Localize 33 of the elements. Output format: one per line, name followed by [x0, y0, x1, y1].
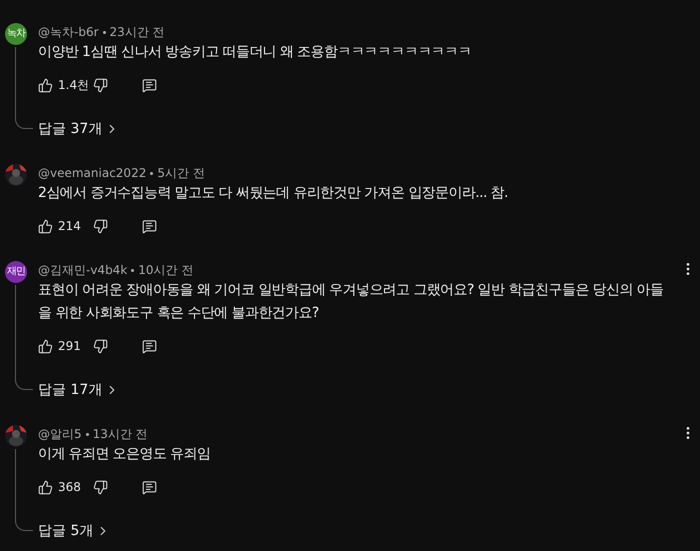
- comment-time[interactable]: 13시간 전: [92, 425, 148, 443]
- author-name[interactable]: @알리5: [38, 425, 82, 443]
- comment-time[interactable]: 10시간 전: [138, 261, 194, 279]
- avatar[interactable]: 재민: [5, 261, 27, 283]
- replies-link[interactable]: 답글 37개: [38, 117, 120, 141]
- comment-time[interactable]: 23시간 전: [110, 23, 165, 41]
- author-name[interactable]: @veemaniac2022: [38, 164, 146, 182]
- comment-time[interactable]: 5시간 전: [157, 164, 205, 182]
- dislike-icon[interactable]: [93, 218, 108, 234]
- dislike-icon[interactable]: [93, 78, 108, 92]
- comment-text: 이게 유죄면 오은영도 유죄임: [38, 445, 212, 464]
- like-count: 291: [58, 338, 81, 355]
- like-icon[interactable]: [38, 218, 53, 234]
- comment-text: 이양반 1심땐 신나서 방송키고 떠들더니 왜 조용함ㅋㅋㅋㅋㅋㅋㅋㅋㅋㅋ: [38, 43, 472, 62]
- like-icon[interactable]: [38, 338, 53, 354]
- like-count: 1.4천: [58, 77, 90, 94]
- reply-icon[interactable]: [142, 218, 157, 234]
- replies-link[interactable]: 답글 17개: [38, 378, 120, 402]
- like-icon[interactable]: [38, 78, 53, 92]
- author-name[interactable]: @녹차-b6r: [38, 23, 99, 41]
- author-name[interactable]: @김재민-v4b4k: [38, 261, 128, 279]
- reply-icon[interactable]: [142, 78, 157, 92]
- avatar[interactable]: 녹차: [5, 23, 27, 45]
- dislike-icon[interactable]: [93, 480, 108, 494]
- like-count: 368: [58, 479, 81, 496]
- reply-icon[interactable]: [142, 338, 157, 354]
- like-icon[interactable]: [38, 480, 53, 494]
- dislike-icon[interactable]: [93, 338, 108, 354]
- reply-icon[interactable]: [142, 480, 157, 494]
- replies-link[interactable]: 답글 5개: [38, 519, 110, 543]
- like-count: 214: [58, 218, 81, 235]
- comment-text: 표현이 어려운 장애아동을 왜 기어코 일반학급에 우겨넣으려고 그랬어요? 일반 학급친구들은 당신의 아들을 위한 사회화도구 혹은 수단에 불과한건가요?: [38, 281, 664, 323]
- comment-text: 2심에서 증거수집능력 말고도 다 써뒀는데 유리한것만 가져온 입장문이라... 참.: [38, 184, 509, 203]
